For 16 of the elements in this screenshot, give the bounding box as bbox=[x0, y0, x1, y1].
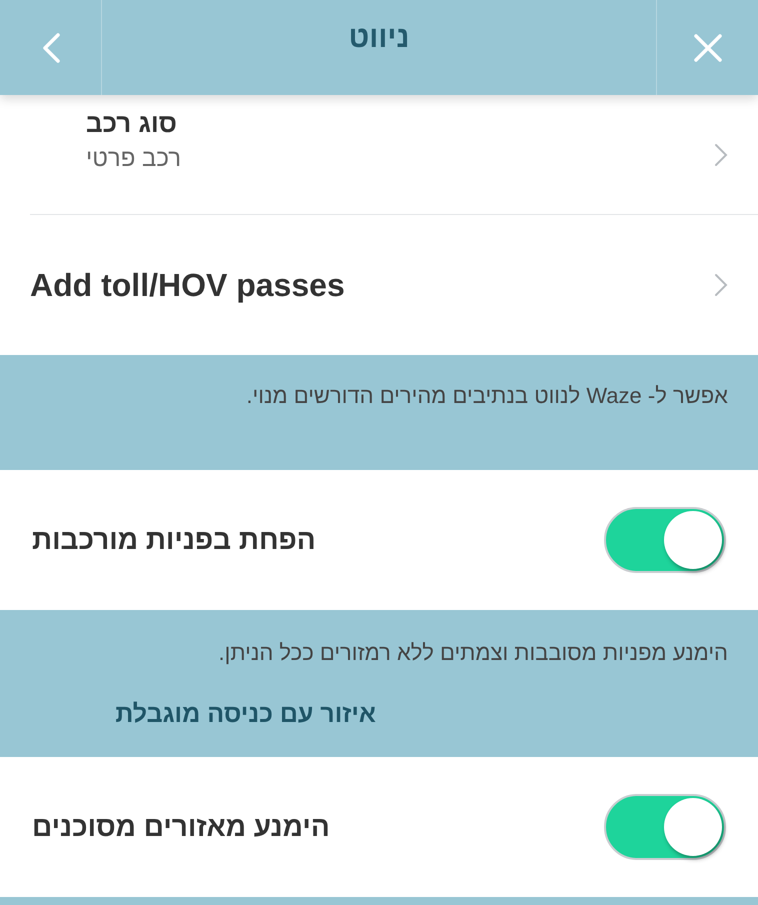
info-text: אפשר ל- Waze לנווט בנתיבים מהירים הדורשים מנוי. bbox=[245, 383, 728, 409]
chevron-right-icon bbox=[714, 273, 728, 297]
close-icon bbox=[692, 32, 722, 62]
section-heading: איזור עם כניסה מוגבלת bbox=[114, 700, 376, 729]
chevron-right-icon bbox=[714, 142, 728, 166]
toggle-switch[interactable] bbox=[604, 794, 726, 860]
toggle-label: הפחת בפניות מורכבות bbox=[32, 524, 316, 556]
settings-row[interactable]: סוג רכב רכב פרטי bbox=[30, 95, 758, 215]
row-value: רכב פרטי bbox=[86, 145, 182, 173]
toggle-label: הימנע מאזורים מסוכנים bbox=[32, 811, 330, 843]
info-text: הימנע מפניות מסובבות וצמתים ללא רמזורים ככל הניתן. bbox=[218, 640, 728, 666]
screen-title: ניווט bbox=[348, 20, 410, 56]
toggle-switch[interactable] bbox=[604, 507, 726, 573]
settings-row[interactable]: Add toll/HOV passes bbox=[30, 215, 758, 355]
row-label: סוג רכב bbox=[86, 108, 177, 139]
row-label: Add toll/HOV passes bbox=[30, 266, 345, 304]
